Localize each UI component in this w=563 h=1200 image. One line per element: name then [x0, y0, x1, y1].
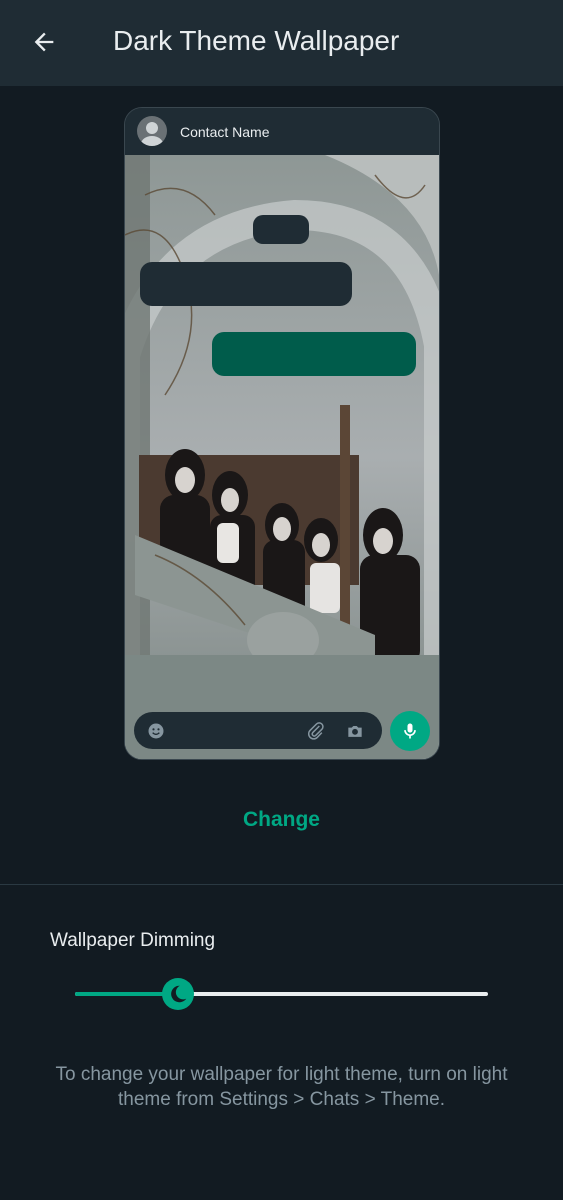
attach-icon [307, 722, 324, 740]
wallpaper-dimming-slider[interactable] [75, 978, 488, 1010]
emoji-icon [148, 723, 164, 739]
mic-icon [404, 723, 416, 739]
camera-icon [348, 726, 362, 737]
preview-mic-button [390, 711, 430, 751]
preview-outgoing-bubble [212, 332, 416, 376]
preview-composer [134, 712, 382, 749]
wallpaper-dimming-label: Wallpaper Dimming [50, 930, 216, 951]
person-avatar-icon [137, 116, 167, 146]
back-button[interactable] [24, 22, 64, 62]
preview-incoming-bubble [140, 262, 352, 306]
app-bar: Dark Theme Wallpaper [0, 0, 563, 86]
page-title: Dark Theme Wallpaper [113, 25, 400, 56]
light-theme-hint: To change your wallpaper for light theme… [55, 1064, 508, 1110]
wallpaper-image [125, 155, 439, 759]
change-wallpaper-button[interactable]: Change [0, 808, 563, 832]
preview-date-bubble [253, 215, 309, 244]
preview-chat-header: Contact Name [125, 108, 439, 155]
arrow-back-icon [34, 32, 54, 52]
moon-icon [171, 985, 187, 1003]
preview-contact-name: Contact Name [180, 124, 270, 140]
divider [0, 884, 563, 885]
wallpaper-preview: Contact Name [124, 107, 440, 760]
slider-thumb[interactable] [162, 978, 195, 1010]
